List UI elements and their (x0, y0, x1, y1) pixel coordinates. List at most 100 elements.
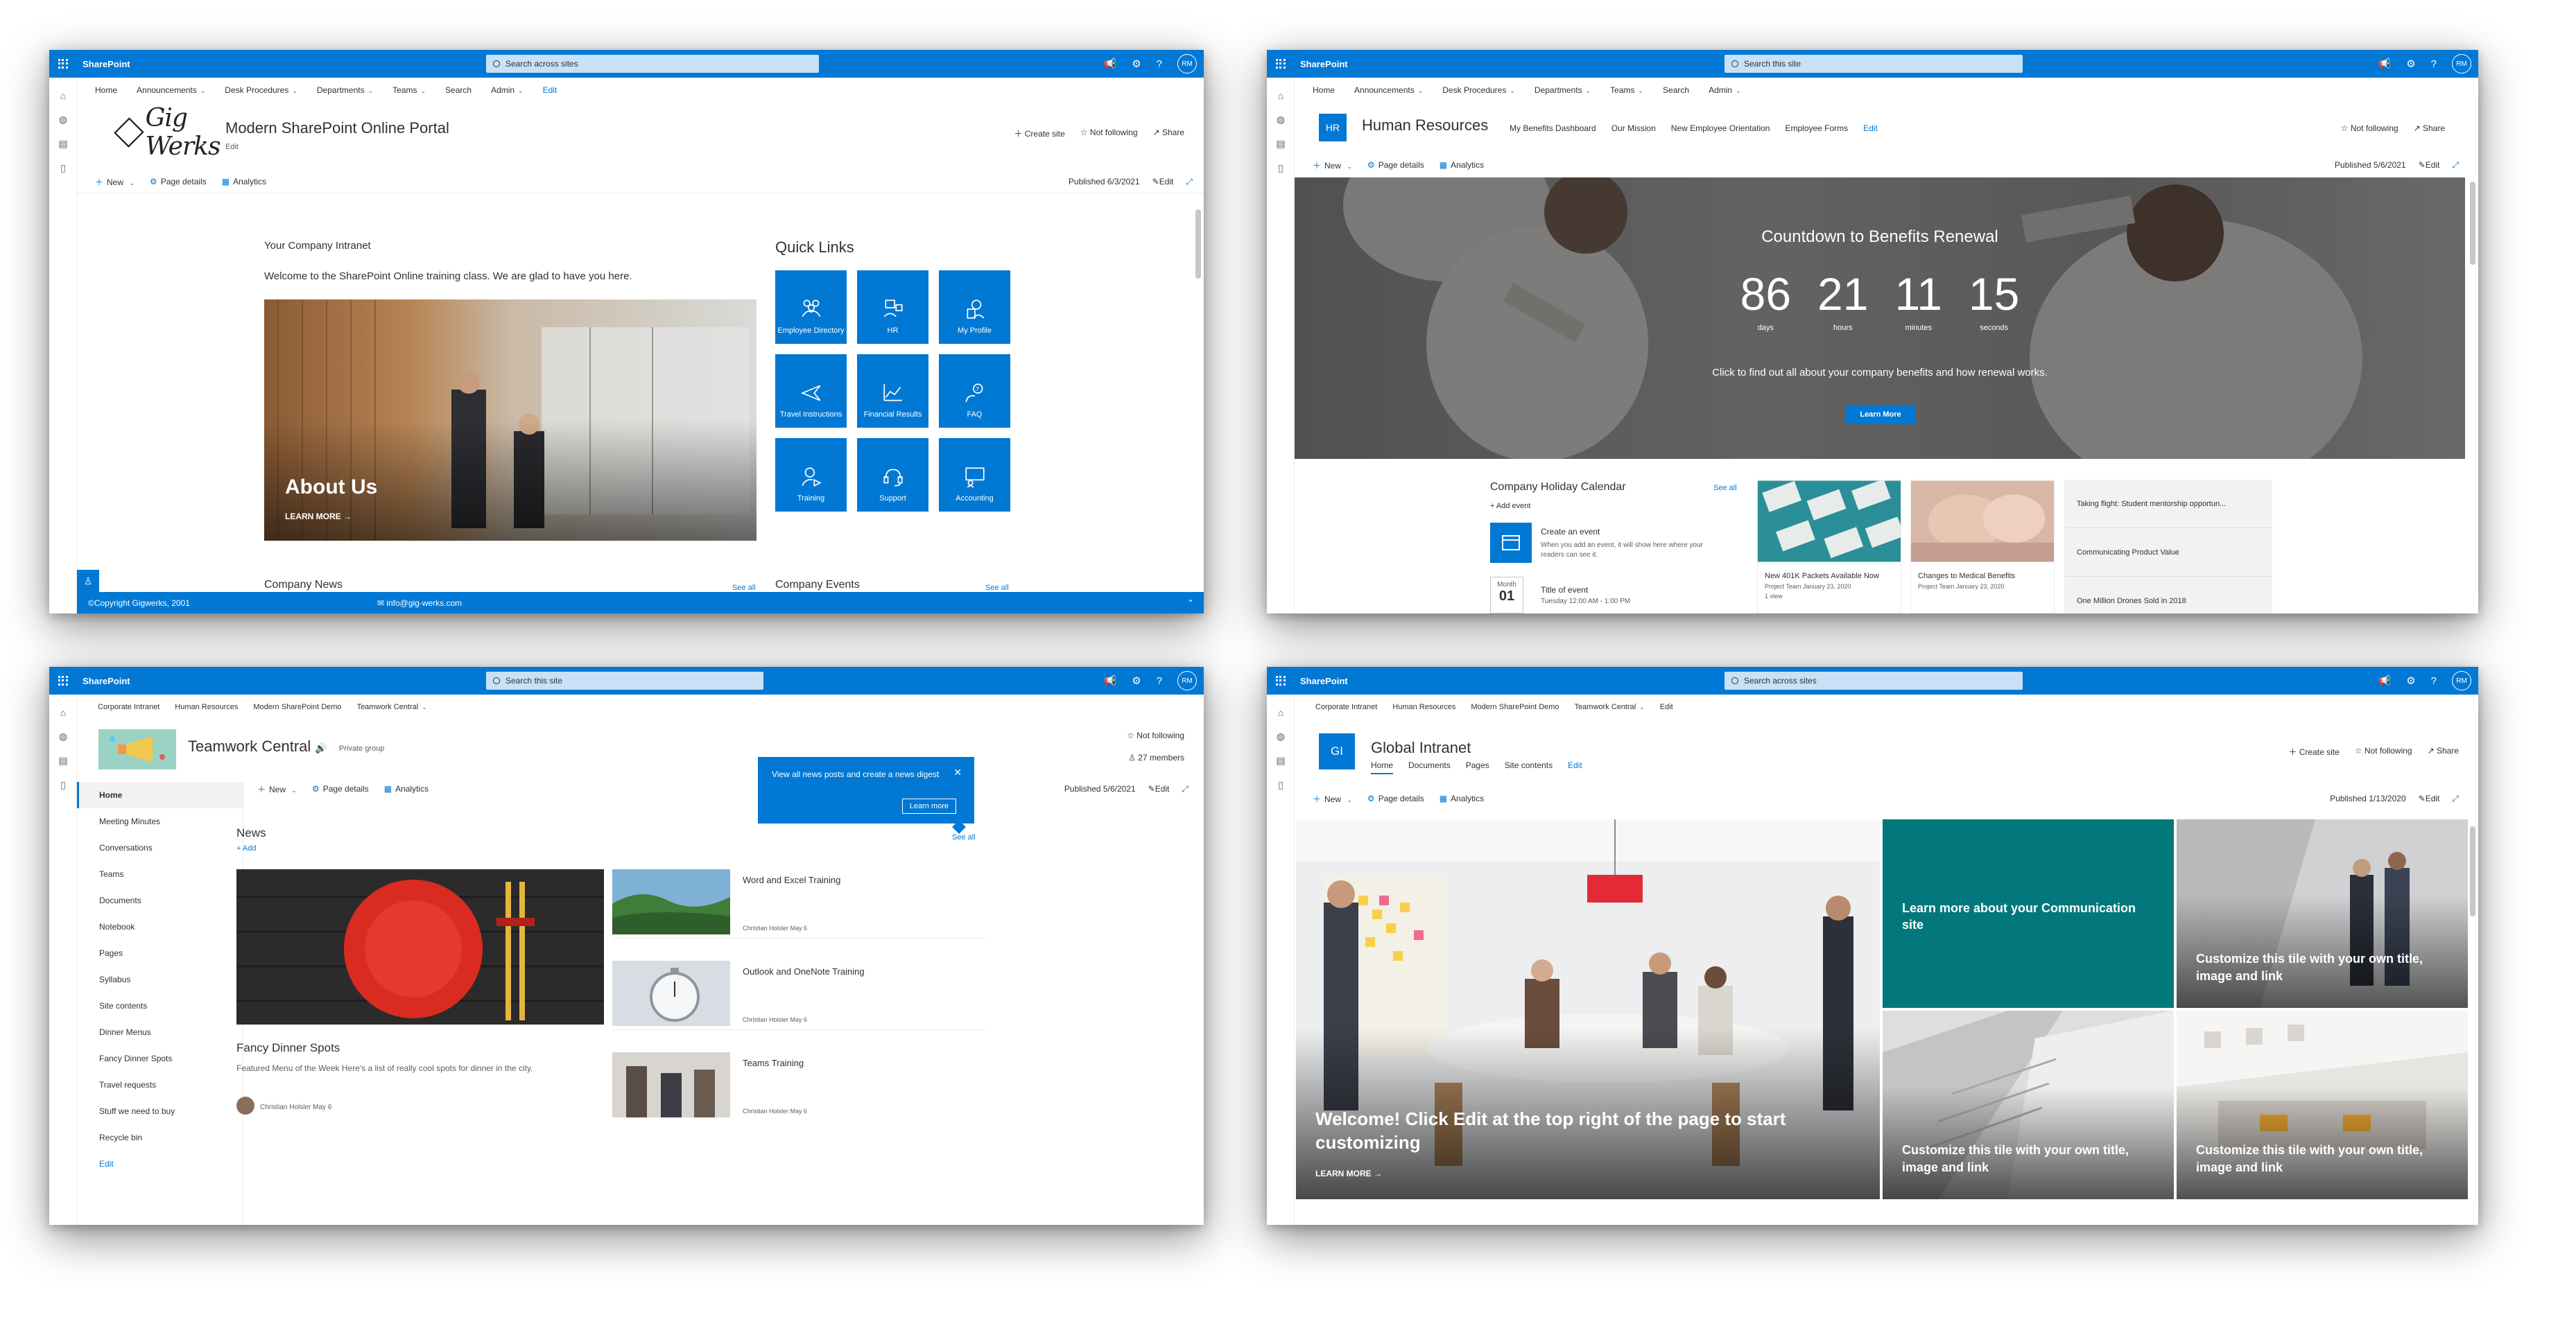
quick-link-tile[interactable]: Travel Instructions (775, 354, 847, 428)
home-icon[interactable]: ⌂ (49, 707, 77, 718)
hero-main-tile[interactable]: Welcome! Click Edit at the top right of … (1296, 819, 1880, 1199)
page-details-button[interactable]: ⚙ Page details (312, 784, 369, 794)
gear-icon[interactable]: ⚙ (2406, 58, 2415, 70)
add-event-button[interactable]: + Add event (1490, 502, 1530, 510)
site-logo[interactable] (98, 729, 176, 769)
analytics-button[interactable]: ▦ Analytics (1440, 794, 1484, 803)
hub-nav-item[interactable]: Modern SharePoint Demo (253, 703, 341, 711)
quick-link-tile[interactable]: Support (857, 438, 928, 512)
members-button[interactable]: ♙ 27 members (1128, 753, 1184, 763)
edit-page-button[interactable]: ✎Edit (2419, 794, 2440, 803)
app-launcher-icon[interactable] (1267, 50, 1295, 78)
custom-tile[interactable]: Customize this tile with your own title,… (2177, 819, 2468, 1008)
learn-more-link[interactable]: LEARN MORE → (285, 512, 352, 521)
megaphone-icon[interactable]: 📢 (1104, 674, 1117, 687)
globe-icon[interactable]: ◍ (49, 731, 77, 742)
news-headline[interactable]: One Million Drones Sold in 2018 (2064, 577, 2272, 613)
left-nav-item[interactable]: Recycle bin (77, 1124, 243, 1151)
create-event-title[interactable]: Create an event (1541, 527, 1600, 537)
site-nav-item[interactable]: Documents (1408, 760, 1451, 774)
suite-app-name[interactable]: SharePoint (1300, 676, 1348, 686)
nav-item[interactable]: Search (445, 85, 472, 95)
news-card[interactable]: Changes to Medical Benefits Project Team… (1910, 480, 2055, 613)
expand-icon[interactable]: ⤢ (2452, 794, 2459, 804)
left-nav-item[interactable]: Teams (77, 861, 243, 887)
nav-item[interactable]: Teams ⌄ (392, 85, 426, 95)
site-nav-edit-link[interactable]: Edit (1863, 123, 1878, 133)
site-title[interactable]: Teamwork Central 🔊 (188, 738, 327, 756)
site-nav-item[interactable]: Employee Forms (1785, 123, 1848, 133)
follow-button[interactable]: ☆ Not following (2355, 746, 2412, 758)
quick-link-tile[interactable]: HR (857, 270, 928, 344)
side-news-item[interactable]: Word and Excel Training Christian Holsle… (612, 869, 987, 939)
hub-nav-item[interactable]: Human Resources (1392, 703, 1455, 711)
edit-page-button[interactable]: ✎Edit (1148, 784, 1170, 794)
left-nav-item[interactable]: Meeting Minutes (77, 808, 243, 835)
page-details-button[interactable]: ⚙ Page details (1367, 160, 1424, 170)
gear-icon[interactable]: ⚙ (2406, 674, 2415, 687)
app-launcher-icon[interactable] (49, 50, 77, 78)
new-button[interactable]: ＋ New ⌄ (1313, 159, 1352, 171)
news-see-all-link[interactable]: See all (732, 584, 756, 592)
site-nav-item[interactable]: Our Mission (1611, 123, 1656, 133)
search-box[interactable]: Search this site (486, 672, 763, 690)
calendar-see-all-link[interactable]: See all (1713, 484, 1737, 492)
nav-item[interactable]: Departments ⌄ (1535, 85, 1591, 95)
create-site-button[interactable]: ＋ Create site (2288, 746, 2339, 758)
suite-app-name[interactable]: SharePoint (83, 676, 130, 686)
page-details-button[interactable]: ⚙ Page details (150, 177, 207, 186)
gear-icon[interactable]: ⚙ (1132, 674, 1141, 687)
communication-site-tile[interactable]: Learn more about your Communication site (1883, 819, 2174, 1008)
follow-button[interactable]: ☆ Not following (2341, 123, 2398, 133)
site-edit-link[interactable]: Edit (225, 143, 239, 151)
megaphone-icon[interactable]: 📢 (1104, 58, 1117, 70)
learn-more-button[interactable]: Learn more (901, 799, 956, 814)
close-icon[interactable]: ✕ (953, 767, 962, 778)
help-icon[interactable]: ? (1157, 58, 1162, 70)
file-icon[interactable]: ▯ (1267, 779, 1295, 791)
new-button[interactable]: ＋ New ⌄ (95, 176, 135, 188)
hub-nav-item[interactable]: Human Resources (175, 703, 238, 711)
avatar[interactable]: RM (2452, 671, 2471, 690)
left-nav-item[interactable]: Notebook (77, 914, 243, 940)
site-logo[interactable]: GI (1319, 733, 1355, 769)
quick-link-tile[interactable]: Training (775, 438, 847, 512)
avatar[interactable]: RM (2452, 54, 2471, 73)
scrollbar[interactable] (2470, 826, 2475, 916)
side-news-item[interactable]: Teams Training Christian Holsler May 6 (612, 1052, 987, 1122)
globe-icon[interactable]: ◍ (49, 114, 77, 125)
share-button[interactable]: ↗ Share (2414, 123, 2445, 133)
expand-icon[interactable]: ⤢ (1182, 784, 1188, 794)
news-icon[interactable]: ▤ (49, 138, 77, 150)
nav-item[interactable]: Search (1663, 85, 1689, 95)
custom-tile[interactable]: Customize this tile with your own title,… (2177, 1011, 2468, 1199)
share-button[interactable]: ↗ Share (2428, 746, 2459, 758)
left-nav-item[interactable]: Fancy Dinner Spots (77, 1045, 243, 1072)
nav-item[interactable]: Teams ⌄ (1610, 85, 1643, 95)
expand-icon[interactable]: ⤢ (1186, 177, 1193, 187)
page-details-button[interactable]: ⚙ Page details (1367, 794, 1424, 803)
news-icon[interactable]: ▤ (1267, 755, 1295, 767)
site-nav-item[interactable]: New Employee Orientation (1671, 123, 1770, 133)
home-icon[interactable]: ⌂ (1267, 707, 1295, 718)
left-nav-item[interactable]: Pages (77, 940, 243, 966)
gear-icon[interactable]: ⚙ (1132, 58, 1141, 70)
quick-link-tile[interactable]: Financial Results (857, 354, 928, 428)
quick-link-tile[interactable]: My Profile (939, 270, 1010, 344)
news-see-all-link[interactable]: See all (952, 833, 976, 842)
hub-nav-item[interactable]: Teamwork Central ⌄ (1575, 703, 1645, 711)
footer-email[interactable]: ✉ info@gig-werks.com (377, 598, 462, 608)
side-news-item[interactable]: Outlook and OneNote Training Christian H… (612, 961, 987, 1030)
news-icon[interactable]: ▤ (1267, 138, 1295, 150)
quick-link-tile[interactable]: ? FAQ (939, 354, 1010, 428)
file-icon[interactable]: ▯ (49, 162, 77, 174)
site-title[interactable]: Modern SharePoint Online Portal (225, 119, 449, 137)
left-nav-item[interactable]: Documents (77, 887, 243, 914)
site-logo[interactable]: Gig Werks (114, 104, 240, 161)
news-headline[interactable]: Taking flight: Student mentorship opport… (2064, 480, 2272, 528)
site-nav-item[interactable]: My Benefits Dashboard (1510, 123, 1596, 133)
news-headline[interactable]: Communicating Product Value (2064, 528, 2272, 577)
site-title[interactable]: Global Intranet (1371, 739, 1471, 757)
edit-page-button[interactable]: ✎Edit (1152, 177, 1174, 186)
search-box[interactable]: Search this site (1724, 55, 2023, 73)
